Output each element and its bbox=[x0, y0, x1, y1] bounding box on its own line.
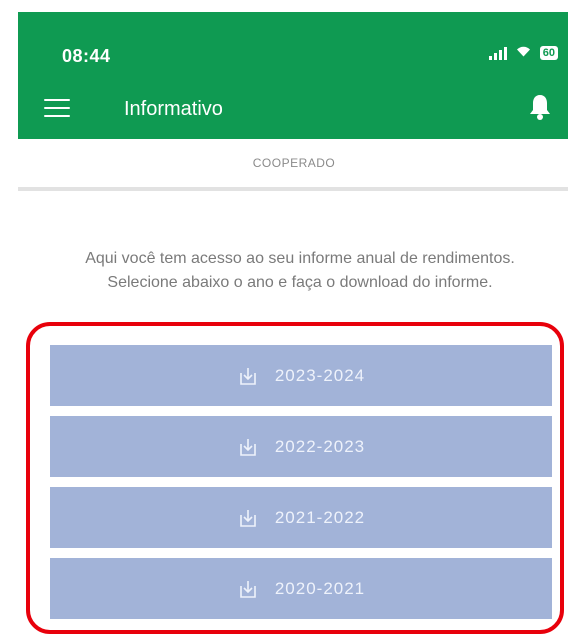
tab-cooperado[interactable]: COOPERADO bbox=[18, 156, 568, 170]
tab-bar: COOPERADO bbox=[18, 139, 568, 191]
wifi-icon bbox=[515, 44, 532, 61]
app-header: 08:44 60 Informativo bbox=[18, 12, 568, 139]
menu-icon[interactable] bbox=[44, 99, 70, 117]
download-button-2021-2022[interactable]: 2021-2022 bbox=[50, 487, 552, 548]
status-time: 08:44 bbox=[62, 46, 111, 66]
download-icon bbox=[240, 367, 256, 385]
download-list: 2023-2024 2022-2023 2021-2022 2020-2021 bbox=[50, 345, 552, 629]
download-label: 2022-2023 bbox=[274, 436, 366, 456]
download-button-2020-2021[interactable]: 2020-2021 bbox=[50, 558, 552, 619]
download-label: 2021-2022 bbox=[274, 507, 366, 527]
download-icon bbox=[240, 438, 256, 456]
page-title: Informativo bbox=[124, 98, 223, 120]
signal-icon bbox=[488, 46, 507, 60]
download-icon bbox=[240, 509, 256, 527]
download-icon bbox=[240, 580, 256, 598]
download-button-2023-2024[interactable]: 2023-2024 bbox=[50, 345, 552, 406]
download-label: 2023-2024 bbox=[274, 365, 366, 385]
bell-icon[interactable] bbox=[528, 93, 552, 121]
download-button-2022-2023[interactable]: 2022-2023 bbox=[50, 416, 552, 477]
battery-icon: 60 bbox=[539, 45, 558, 60]
status-icons: 60 bbox=[488, 44, 558, 61]
download-label: 2020-2021 bbox=[274, 578, 366, 598]
description-text: Aqui você tem acesso ao seu informe anua… bbox=[85, 250, 515, 291]
